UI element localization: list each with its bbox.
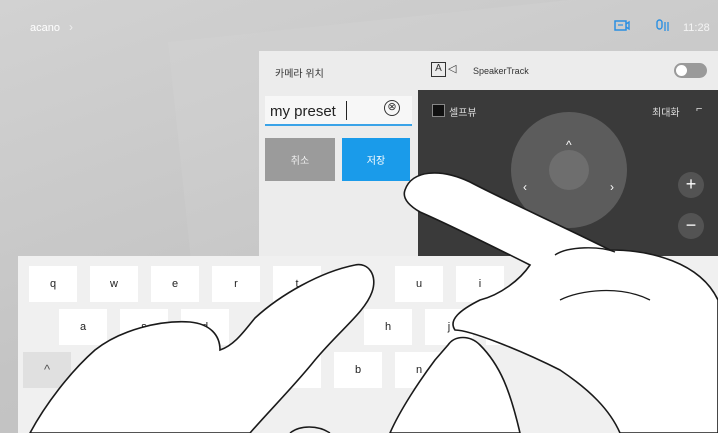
key-b[interactable]: b <box>334 352 382 388</box>
key-k[interactable]: k <box>486 309 534 345</box>
key-s[interactable]: s <box>120 309 168 345</box>
cancel-button[interactable]: 취소 <box>265 138 335 181</box>
brand-label: acano <box>30 22 60 34</box>
camera-pad-center[interactable] <box>549 150 589 190</box>
top-bar: acano › 11:28 <box>0 0 718 52</box>
key-h[interactable]: h <box>364 309 412 345</box>
microphone-icon[interactable] <box>654 19 670 36</box>
key-a[interactable]: a <box>59 309 107 345</box>
zoom-in-button[interactable]: + <box>678 172 704 198</box>
camera-panel-header <box>418 51 718 90</box>
maximize-icon[interactable]: ⌐ <box>696 103 702 115</box>
key-u[interactable]: u <box>395 266 443 302</box>
text-caret <box>346 101 347 120</box>
arrow-down-icon[interactable]: ⌄ <box>565 223 575 237</box>
arrow-right-icon[interactable]: › <box>610 180 614 194</box>
key-v[interactable]: v <box>273 352 321 388</box>
arrow-up-icon[interactable]: ^ <box>566 138 572 152</box>
key-w[interactable]: w <box>90 266 138 302</box>
key-q[interactable]: q <box>29 266 77 302</box>
clear-icon[interactable]: ⊗ <box>384 100 400 116</box>
arrow-left-icon[interactable]: ‹ <box>523 180 527 194</box>
screen-share-icon[interactable] <box>614 19 630 36</box>
save-button[interactable]: 저장 <box>342 138 410 181</box>
maximize-label[interactable]: 최대화 <box>652 104 680 119</box>
preset-name-value: my preset <box>270 103 336 120</box>
preset-panel-title: 카메라 위치 <box>275 69 324 80</box>
key-i[interactable]: i <box>456 266 504 302</box>
key-r[interactable]: r <box>212 266 260 302</box>
clock-time: 11:28 <box>683 22 710 34</box>
speakertrack-icon: A <box>431 62 446 77</box>
key-d[interactable]: d <box>181 309 229 345</box>
selfview-checkbox[interactable] <box>432 104 445 117</box>
camera-icon: ◁ <box>448 63 457 75</box>
key-j[interactable]: j <box>425 309 473 345</box>
key-n[interactable]: n <box>395 352 443 388</box>
speakertrack-label: SpeakerTrack <box>473 66 529 76</box>
key-t[interactable]: t <box>273 266 321 302</box>
selfview-label: 셀프뷰 <box>449 108 477 119</box>
toggle-knob <box>676 65 687 76</box>
key-e[interactable]: e <box>151 266 199 302</box>
zoom-out-button[interactable]: − <box>678 213 704 239</box>
shift-key[interactable]: ^ <box>23 352 71 388</box>
breadcrumb-chevron-icon: › <box>69 20 73 34</box>
